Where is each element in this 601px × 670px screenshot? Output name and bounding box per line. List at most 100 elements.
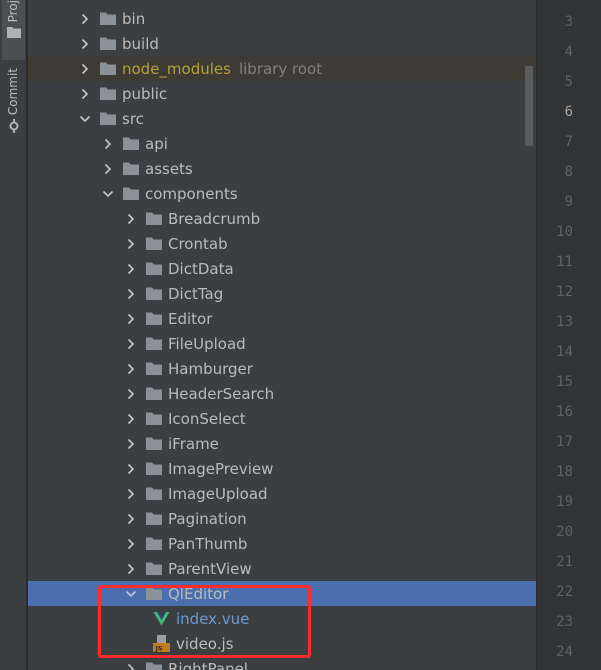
tree-folder-row[interactable]: RightPanel bbox=[28, 656, 536, 670]
tree-folder-row[interactable]: Pagination bbox=[28, 506, 536, 531]
folder-icon bbox=[146, 437, 162, 450]
chevron-right-icon[interactable] bbox=[124, 462, 138, 476]
tree-item-label: ImagePreview bbox=[168, 459, 274, 478]
chevron-right-icon[interactable] bbox=[124, 312, 138, 326]
line-number: 19 bbox=[556, 494, 573, 510]
folder-icon bbox=[146, 312, 162, 325]
folder-icon bbox=[123, 187, 139, 200]
tree-folder-row[interactable]: bin bbox=[28, 6, 536, 31]
tree-folder-row[interactable]: ParentView bbox=[28, 556, 536, 581]
tree-folder-row[interactable]: Breadcrumb bbox=[28, 206, 536, 231]
chevron-down-icon[interactable] bbox=[124, 587, 138, 601]
line-number: 3 bbox=[564, 14, 573, 30]
line-number: 8 bbox=[564, 164, 573, 180]
chevron-right-icon[interactable] bbox=[124, 662, 138, 670]
tree-item-label: FileUpload bbox=[168, 334, 246, 353]
folder-icon bbox=[146, 562, 162, 575]
tree-item-label: Pagination bbox=[168, 509, 247, 528]
tree-folder-row[interactable]: build bbox=[28, 31, 536, 56]
chevron-right-icon[interactable] bbox=[124, 412, 138, 426]
tree-folder-row[interactable]: public bbox=[28, 81, 536, 106]
project-tool-tab[interactable]: Proj bbox=[2, 0, 25, 60]
tree-folder-row[interactable]: QlEditor bbox=[28, 581, 536, 606]
chevron-right-icon[interactable] bbox=[124, 262, 138, 276]
tree-item-label: build bbox=[122, 34, 159, 53]
tree-item-label: Crontab bbox=[168, 234, 228, 253]
tree-folder-row[interactable]: DictData bbox=[28, 256, 536, 281]
tree-item-label: HeaderSearch bbox=[168, 384, 275, 403]
tree-folder-row[interactable]: assets bbox=[28, 156, 536, 181]
js-file-icon: JS bbox=[153, 635, 170, 652]
commit-tool-tab[interactable]: Commit bbox=[2, 68, 25, 148]
tree-item-label: DictData bbox=[168, 259, 234, 278]
tree-item-label: QlEditor bbox=[168, 584, 229, 603]
tree-item-label: PanThumb bbox=[168, 534, 248, 553]
chevron-right-icon[interactable] bbox=[124, 362, 138, 376]
line-number: 10 bbox=[556, 224, 573, 240]
line-number: 4 bbox=[564, 44, 573, 60]
line-number: 6 bbox=[564, 104, 573, 120]
tree-folder-row[interactable]: DictTag bbox=[28, 281, 536, 306]
chevron-down-icon[interactable] bbox=[78, 112, 92, 126]
line-number: 22 bbox=[556, 584, 573, 600]
tree-item-label: node_modules bbox=[122, 59, 231, 78]
tree-folder-row[interactable]: Editor bbox=[28, 306, 536, 331]
line-number: 21 bbox=[556, 554, 573, 570]
line-number: 23 bbox=[556, 614, 573, 630]
tree-item-label: bin bbox=[122, 9, 146, 28]
tree-folder-row[interactable]: node_modules library root bbox=[28, 56, 536, 81]
chevron-right-icon[interactable] bbox=[78, 62, 92, 76]
tree-folder-row[interactable]: FileUpload bbox=[28, 331, 536, 356]
tree-file-row[interactable]: index.vue bbox=[28, 606, 536, 631]
chevron-right-icon[interactable] bbox=[124, 237, 138, 251]
chevron-right-icon[interactable] bbox=[124, 537, 138, 551]
tree-scrollbar-thumb[interactable] bbox=[525, 66, 533, 146]
tree-folder-row[interactable]: ImagePreview bbox=[28, 456, 536, 481]
folder-icon bbox=[146, 412, 162, 425]
tree-folder-row[interactable]: src bbox=[28, 106, 536, 131]
folder-icon bbox=[146, 287, 162, 300]
chevron-right-icon[interactable] bbox=[124, 337, 138, 351]
commit-tab-label: Commit bbox=[6, 68, 20, 116]
chevron-right-icon[interactable] bbox=[101, 137, 115, 151]
chevron-right-icon[interactable] bbox=[101, 162, 115, 176]
chevron-right-icon[interactable] bbox=[124, 437, 138, 451]
folder-icon bbox=[123, 162, 139, 175]
tree-item-label: DictTag bbox=[168, 284, 224, 303]
line-number: 17 bbox=[556, 434, 573, 450]
tree-folder-row[interactable]: api bbox=[28, 131, 536, 156]
chevron-right-icon[interactable] bbox=[124, 512, 138, 526]
chevron-right-icon[interactable] bbox=[124, 212, 138, 226]
tree-folder-row[interactable]: HeaderSearch bbox=[28, 381, 536, 406]
tree-file-row[interactable]: JS video.js bbox=[28, 631, 536, 656]
chevron-right-icon[interactable] bbox=[78, 87, 92, 101]
tree-folder-row[interactable]: IconSelect bbox=[28, 406, 536, 431]
project-tree[interactable]: bin build node_modules library root public sr… bbox=[28, 0, 536, 670]
tree-folder-row[interactable]: iFrame bbox=[28, 431, 536, 456]
folder-icon bbox=[146, 212, 162, 225]
tool-window-strip: Proj Commit bbox=[0, 0, 27, 670]
line-number: 11 bbox=[556, 254, 573, 270]
line-number: 16 bbox=[556, 404, 573, 420]
tree-folder-row[interactable]: Crontab bbox=[28, 231, 536, 256]
chevron-right-icon[interactable] bbox=[78, 37, 92, 51]
chevron-down-icon[interactable] bbox=[101, 187, 115, 201]
folder-icon bbox=[146, 662, 162, 670]
chevron-right-icon[interactable] bbox=[124, 387, 138, 401]
chevron-right-icon[interactable] bbox=[124, 287, 138, 301]
folder-icon bbox=[146, 337, 162, 350]
folder-icon bbox=[146, 362, 162, 375]
tree-item-label: api bbox=[145, 134, 168, 153]
tree-folder-row[interactable]: components bbox=[28, 181, 536, 206]
tree-folder-row[interactable]: Hamburger bbox=[28, 356, 536, 381]
chevron-right-icon[interactable] bbox=[124, 487, 138, 501]
chevron-right-icon[interactable] bbox=[78, 12, 92, 26]
tree-item-label: assets bbox=[145, 159, 193, 178]
tree-folder-row[interactable]: PanThumb bbox=[28, 531, 536, 556]
line-number: 12 bbox=[556, 284, 573, 300]
chevron-right-icon[interactable] bbox=[124, 562, 138, 576]
tree-item-label: Editor bbox=[168, 309, 213, 328]
svg-text:JS: JS bbox=[155, 645, 163, 653]
tree-folder-row[interactable]: ImageUpload bbox=[28, 481, 536, 506]
tree-item-label: RightPanel bbox=[168, 659, 248, 670]
